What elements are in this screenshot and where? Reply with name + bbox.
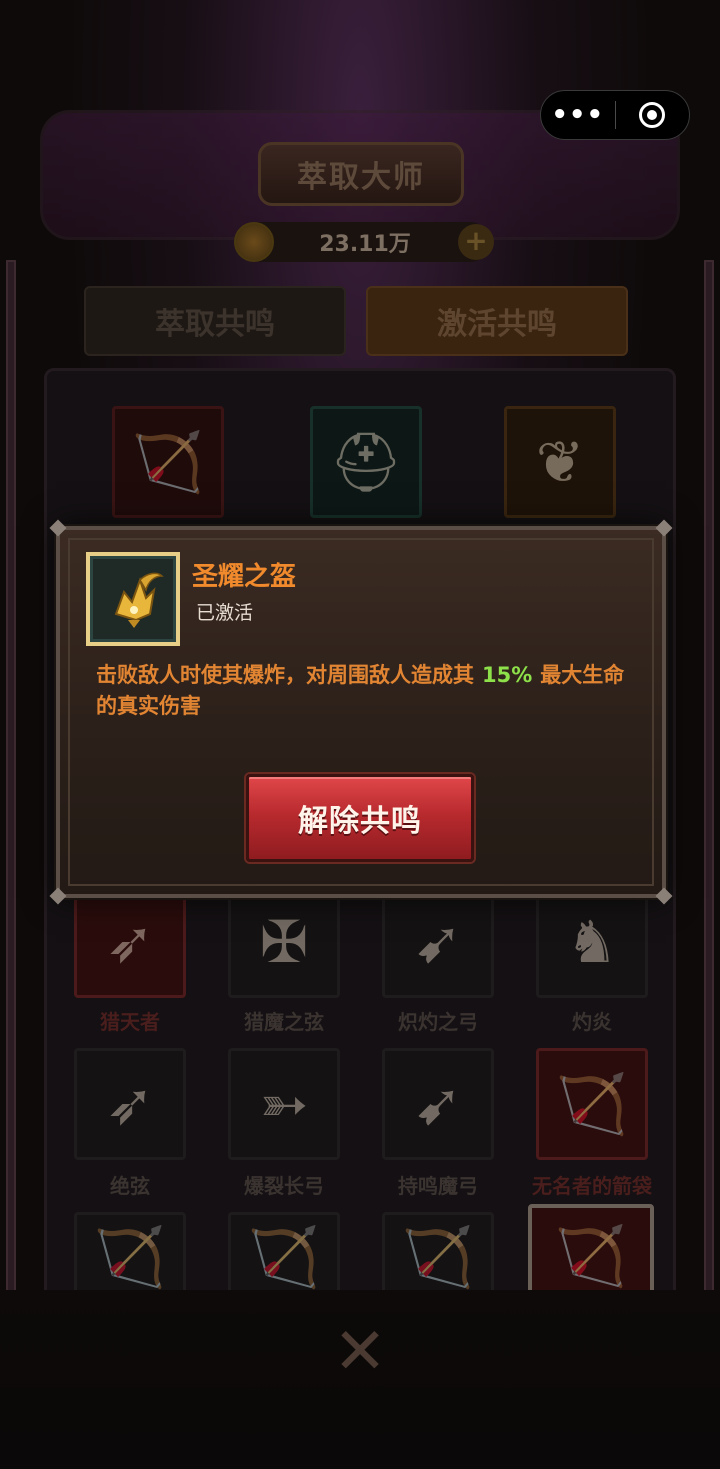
bow-icon: ➹ <box>413 908 463 976</box>
page-title: 萃取大师 <box>297 160 425 195</box>
item-slot-hunter[interactable]: ➶ <box>74 886 186 998</box>
item-slot-demon-bow[interactable]: ➹ <box>382 1048 494 1160</box>
bow-icon: ➶ <box>105 908 155 976</box>
item-name: 无名者的箭袋 <box>532 1174 652 1198</box>
item-name: 爆裂长弓 <box>244 1174 324 1198</box>
bow-icon: ➶ <box>105 1070 155 1138</box>
helmet-icon: ⛑ <box>329 427 403 496</box>
crossbow-icon: ✠ <box>259 908 309 976</box>
activation-status: 已激活 <box>196 602 254 624</box>
longbow-icon: ➳ <box>259 1070 309 1138</box>
item-slot-helmet[interactable]: ⛑ <box>310 406 422 518</box>
item-name: 猎魔之弦 <box>244 1010 324 1034</box>
item-slot-flame[interactable]: ♞ <box>536 886 648 998</box>
quiver-icon: 🏹 <box>554 1221 628 1290</box>
currency-bar: 23.11万 + <box>234 222 494 262</box>
item-slot-nameless-quiver[interactable]: 🏹 <box>536 1048 648 1160</box>
quiver-icon: 🏹 <box>93 1222 167 1291</box>
quiver-icon: 🏹 <box>555 1069 629 1138</box>
frame-right <box>704 260 714 1309</box>
quiver-icon: 🏹 <box>247 1222 321 1291</box>
title-plate: 萃取大师 <box>258 142 464 206</box>
wing-icon: ❦ <box>535 428 585 496</box>
item-title: 圣耀之盔 <box>192 562 297 592</box>
mask-icon: ♞ <box>566 908 618 976</box>
item-slot-quiver-red[interactable]: 🏹 <box>112 406 224 518</box>
miniprogram-capsule: ••• <box>540 90 690 140</box>
description-text: 击败敌人时使其爆炸，对周围敌人造成其 <box>96 663 474 687</box>
quiver-icon: 🏹 <box>131 427 205 496</box>
item-icon-frame <box>86 552 180 646</box>
item-slot-wing[interactable]: ❦ <box>504 406 616 518</box>
item-name: 灼炎 <box>572 1010 612 1034</box>
item-slot-green-quiver[interactable]: 🏹 <box>382 1212 494 1302</box>
tab-activate-resonance[interactable]: 激活共鸣 <box>366 286 628 356</box>
exit-miniprogram-button[interactable] <box>616 90 690 140</box>
item-slot-demon-string[interactable]: ✠ <box>228 886 340 998</box>
frame-left <box>6 260 16 1309</box>
item-name: 猎天者 <box>100 1010 160 1034</box>
target-icon <box>639 102 666 128</box>
item-slot-gold-quiver[interactable]: 🏹 <box>74 1212 186 1302</box>
bow-icon: ➹ <box>413 1070 463 1138</box>
item-slot-silver-quiver[interactable]: 🏹 <box>228 1212 340 1302</box>
currency-value: 23.11万 <box>319 232 411 257</box>
helmet-icon <box>114 572 164 628</box>
item-name: 炽灼之弓 <box>398 1010 478 1034</box>
quiver-icon: 🏹 <box>401 1222 475 1291</box>
tab-extract-resonance[interactable]: 萃取共鸣 <box>84 286 346 356</box>
effect-percent: 15% <box>482 663 533 687</box>
close-icon[interactable]: ✕ <box>320 1312 400 1392</box>
add-currency-button[interactable]: + <box>458 224 494 260</box>
item-slot-burst-longbow[interactable]: ➳ <box>228 1048 340 1160</box>
item-description: 击败敌人时使其爆炸，对周围敌人造成其 15% 最大生命的真实伤害 <box>96 660 636 722</box>
item-name: 绝弦 <box>110 1174 150 1198</box>
item-slot-blazing-bow[interactable]: ➹ <box>382 886 494 998</box>
release-resonance-button[interactable]: 解除共鸣 <box>246 774 474 862</box>
item-slot-broken-string[interactable]: ➶ <box>74 1048 186 1160</box>
more-options-button[interactable]: ••• <box>541 93 615 137</box>
coin-icon <box>234 222 274 262</box>
item-name: 持鸣魔弓 <box>398 1174 478 1198</box>
